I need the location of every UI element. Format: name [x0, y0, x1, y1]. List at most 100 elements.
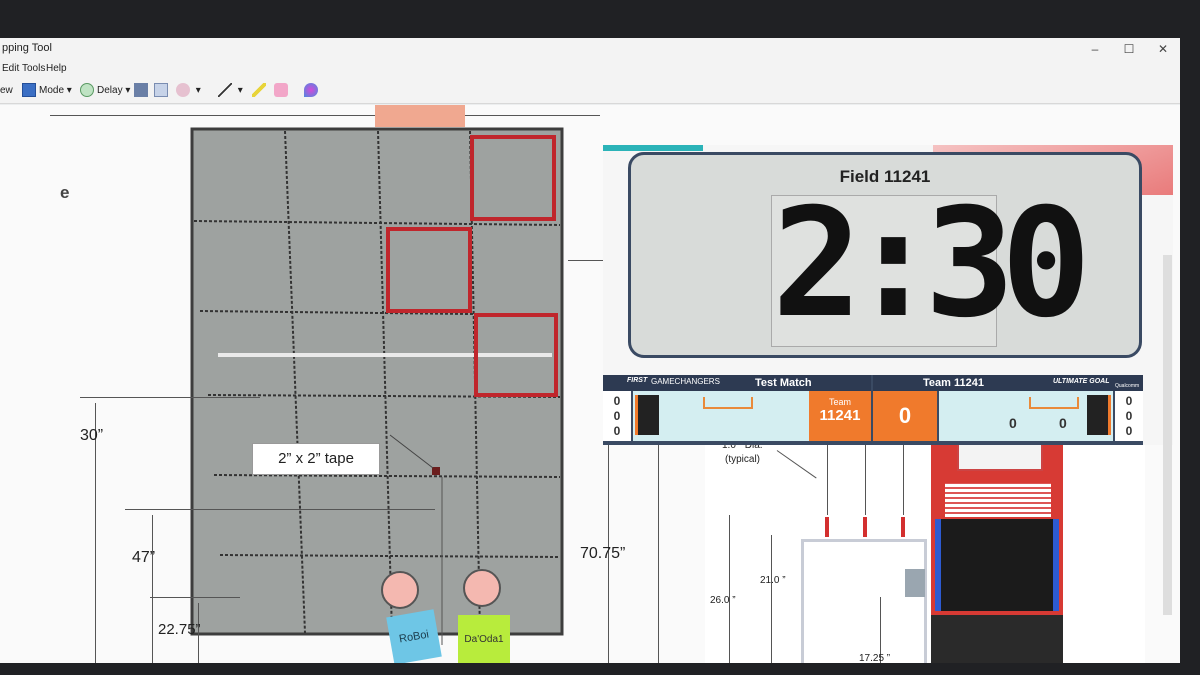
left-field-graphic — [633, 391, 809, 441]
right-field-graphic: 0 0 — [939, 391, 1113, 441]
dim-70-75-label: 70.75” — [580, 545, 626, 562]
maximize-button[interactable]: ☐ — [1112, 40, 1146, 58]
ultimate-goal-logo: ULTIMATE GOAL — [1053, 378, 1110, 385]
left-digit-end: 0 — [613, 424, 621, 438]
dim-30-label: 30” — [80, 427, 104, 444]
delay-label: Delay — [97, 85, 123, 96]
match-header: FIRST GAMECHANGERS Test Match — [603, 375, 871, 391]
starting-ring-right — [463, 569, 501, 607]
post-ext-left — [827, 445, 828, 515]
dim-70-aux — [658, 440, 659, 663]
delay-button[interactable]: Delay ▾ — [80, 83, 130, 99]
dim-30-ref — [80, 397, 260, 398]
gamechangers-logo: GAMECHANGERS — [651, 377, 720, 386]
vertical-scrollbar[interactable] — [1163, 255, 1172, 615]
toolbar: ew Mode ▾ Delay ▾ ▾ ▾ — [0, 78, 1180, 104]
team-header: Team 11241 ULTIMATE GOAL Qualcomm — [873, 375, 1143, 391]
save-button[interactable] — [134, 83, 151, 99]
ring-count-right: 0 — [1059, 415, 1067, 431]
starting-ring-left — [381, 571, 419, 609]
team-card-number: 11241 — [819, 407, 861, 424]
post-left — [825, 517, 829, 537]
timer-value: 2:30 — [772, 177, 1091, 351]
snip-content: e 2” x 2” tape RoBoi Da'Oda1 30” 47” 22.… — [0, 105, 1180, 663]
scoreboard-overlay: Field 11241 2:30 FIRST GAMECHANGERS Test… — [603, 145, 1173, 445]
post-ext-right — [903, 445, 904, 515]
post-right — [901, 517, 905, 537]
mode-label: Mode — [39, 85, 65, 96]
sponsor-logo: Qualcomm — [1115, 383, 1140, 389]
goal-frame — [801, 539, 927, 663]
team-card: Team 11241 — [809, 391, 871, 441]
mode-icon — [22, 83, 36, 98]
robot-daoda1-label: Da'Oda1 — [464, 634, 504, 645]
dim-17-25-label: 17.25 ” — [859, 653, 891, 663]
send-icon — [176, 83, 190, 98]
top-goal-marker — [375, 105, 465, 127]
close-button[interactable]: ✕ — [1146, 40, 1180, 58]
monitor-bezel: pping Tool – ☐ ✕ Edit Tools Help ew Mode… — [0, 0, 1200, 675]
mode-button[interactable]: Mode ▾ — [22, 83, 72, 99]
new-label: ew — [0, 85, 13, 96]
tower-low-goal — [935, 519, 1059, 611]
dim-26-label: 26.0 ” — [710, 595, 736, 606]
dim-47-label: 47” — [132, 549, 156, 566]
paint3d-button[interactable] — [304, 83, 321, 99]
menu-bar: Edit Tools Help — [0, 60, 1180, 78]
left-digit-teleop: 0 — [613, 409, 621, 423]
eraser-icon — [274, 83, 288, 98]
field-outline — [190, 127, 564, 636]
window-title: pping Tool — [2, 42, 52, 54]
menu-edit[interactable]: Edit — [2, 63, 19, 74]
menu-help[interactable]: Help — [46, 63, 67, 74]
dia-leader — [776, 450, 817, 479]
left-goal-icon — [703, 397, 753, 409]
post-ext-middle — [865, 445, 866, 515]
copy-icon — [154, 83, 168, 98]
match-label: Test Match — [755, 377, 812, 389]
team-card-label: Team — [828, 397, 851, 407]
dim-21-line — [771, 535, 772, 663]
score-bar: FIRST GAMECHANGERS Test Match Team 11241… — [603, 375, 1143, 445]
clock-icon — [80, 83, 94, 98]
new-button[interactable]: ew — [0, 83, 13, 99]
post-middle — [863, 517, 867, 537]
highlighter-icon — [252, 83, 266, 98]
dim-22-ref — [150, 597, 240, 598]
save-icon — [134, 83, 148, 98]
left-tower-icon — [635, 395, 659, 435]
dim-70-ref-top — [568, 260, 608, 261]
copy-button[interactable] — [154, 83, 171, 99]
pen-icon — [218, 83, 232, 98]
robot-daoda1: Da'Oda1 — [458, 615, 510, 663]
team-score: 0 — [873, 391, 937, 441]
dim-47-ref — [125, 509, 435, 510]
send-button[interactable]: ▾ — [176, 83, 201, 99]
scoreboard-accent-left — [603, 145, 703, 151]
right-digit-auto: 0 — [1125, 394, 1133, 408]
dim-47-line — [152, 515, 153, 663]
first-logo: FIRST — [627, 377, 648, 384]
eraser-button[interactable] — [274, 83, 291, 99]
dim-26-line — [729, 515, 730, 663]
right-goal-icon — [1029, 397, 1079, 409]
team-header-label: Team 11241 — [923, 377, 984, 389]
left-digit-auto: 0 — [613, 394, 621, 408]
menu-tools[interactable]: Tools — [22, 63, 45, 74]
tape-marker — [432, 467, 440, 475]
minimize-button[interactable]: – — [1078, 40, 1112, 58]
highlighter-button[interactable] — [252, 83, 269, 99]
pen-button[interactable]: ▾ — [218, 83, 243, 99]
right-digit-end: 0 — [1125, 424, 1133, 438]
right-digit-teleop: 0 — [1125, 409, 1133, 423]
goal-drawing: 1.0 ” Dia. (typical) 26.0 ” 21.0 ” 17.25… — [705, 435, 1145, 663]
tower-base — [931, 615, 1063, 663]
left-score-column: 0 0 0 — [603, 391, 631, 441]
screen: pping Tool – ☐ ✕ Edit Tools Help ew Mode… — [0, 38, 1180, 663]
right-score-column: 0 0 0 — [1115, 391, 1143, 441]
right-tower-icon — [1087, 395, 1111, 435]
dim-21-label: 21.0 ” — [760, 575, 786, 586]
goal-side-tray — [905, 569, 925, 597]
tower-net — [945, 483, 1051, 517]
dim-22-75-label: 22.75” — [158, 621, 201, 638]
